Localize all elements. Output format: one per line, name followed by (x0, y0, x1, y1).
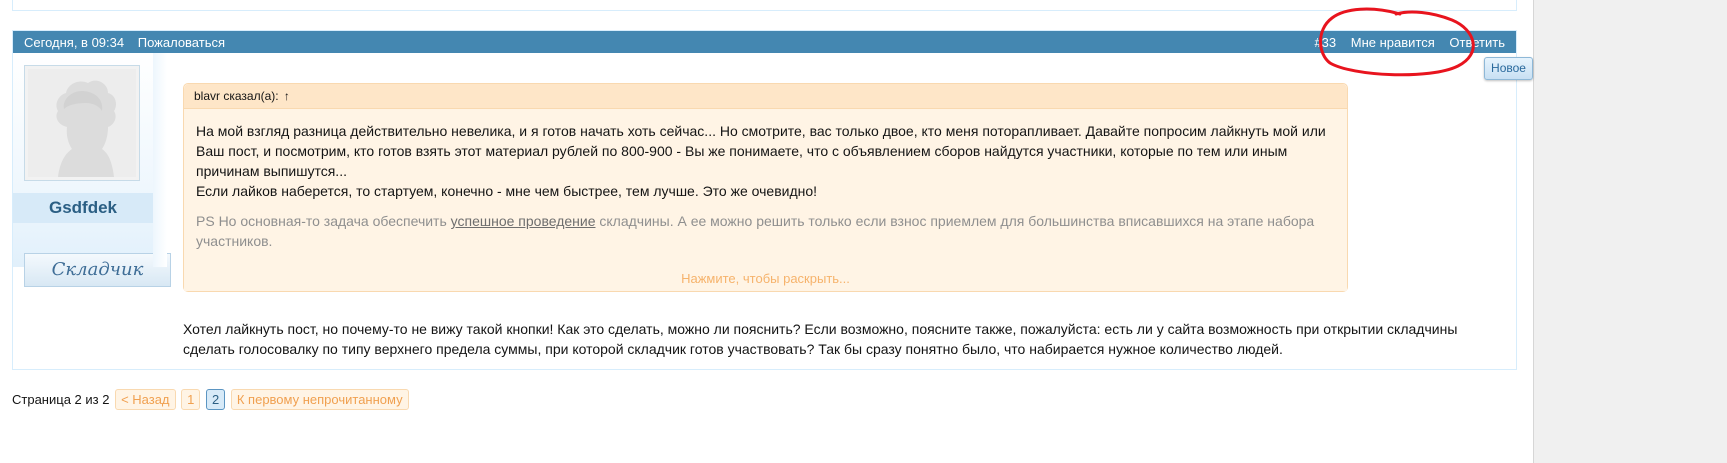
post-number-link[interactable]: #33 (1314, 35, 1336, 50)
quote-author: blavr сказал(а): (194, 89, 279, 103)
right-gutter (1533, 0, 1727, 463)
user-panel-arrow (153, 53, 167, 267)
like-link[interactable]: Мне нравится (1351, 35, 1435, 50)
prev-page-button[interactable]: < Назад (115, 389, 176, 410)
quote-paragraph-2: Если лайков наберется, то стартуем, коне… (196, 183, 818, 199)
quote-header: blavr сказал(а): ↑ (184, 84, 1347, 109)
new-post-badge: Новое (1484, 57, 1533, 80)
page-2-button[interactable]: 2 (206, 389, 226, 410)
post-33: Сегодня, в 09:34 Пожаловаться #33 Мне нр… (12, 30, 1517, 370)
quote-paragraph-1: На мой взгляд разница действительно неве… (196, 123, 1326, 179)
quote-ps-link[interactable]: успешное проведение (451, 213, 596, 229)
previous-post-bottom (12, 0, 1517, 11)
quote-body: На мой взгляд разница действительно неве… (184, 109, 1347, 251)
page-1-button[interactable]: 1 (181, 389, 201, 410)
default-avatar-silhouette-icon (28, 69, 136, 177)
quote-ps-paragraph: PS Но основная-то задача обеспечить успе… (196, 211, 1335, 251)
quote-ps-text-before: PS Но основная-то задача обеспечить (196, 213, 451, 229)
page-count-label: Страница 2 из 2 (12, 392, 110, 407)
user-info-panel: Gsdfdek Складчик (13, 53, 171, 287)
avatar[interactable] (24, 65, 140, 181)
first-unread-button[interactable]: К первому непрочитанному (230, 389, 409, 410)
message-text: Хотел лайкнуть пост, но почему-то не виж… (183, 321, 1458, 357)
username-link[interactable]: Gsdfdek (13, 193, 153, 223)
page-navigation: Страница 2 из 2 < Назад 1 2 К первому не… (12, 389, 411, 411)
post-date-link[interactable]: Сегодня, в 09:34 (24, 35, 124, 50)
report-link[interactable]: Пожаловаться (138, 35, 225, 50)
quote-block: blavr сказал(а): ↑ На мой взгляд разница… (183, 83, 1348, 292)
user-title-ribbon: Складчик (24, 253, 171, 287)
up-arrow-icon[interactable]: ↑ (284, 89, 290, 103)
quote-expand-link[interactable]: Нажмите, чтобы раскрыть... (184, 251, 1347, 291)
reply-link[interactable]: Ответить (1449, 35, 1505, 50)
message-content: blavr сказал(а): ↑ На мой взгляд разница… (183, 83, 1348, 292)
post-header-bar: Сегодня, в 09:34 Пожаловаться #33 Мне нр… (13, 31, 1516, 53)
